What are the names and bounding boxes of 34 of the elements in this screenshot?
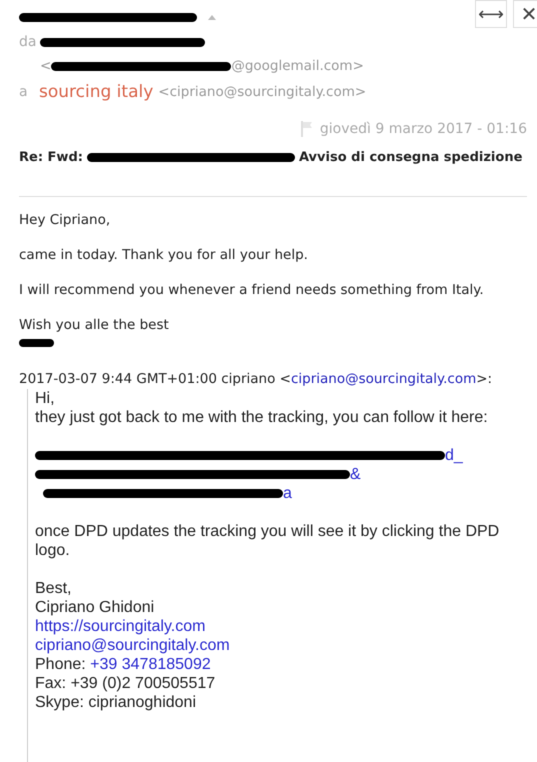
to-label: a [19,84,29,100]
quoted-text: once DPD updates the tracking you will see it by clicking the DPD logo. [35,522,500,560]
email-link[interactable]: cipriano@sourcingitaly.com [290,371,476,387]
phone-link[interactable]: +39 3478185092 [90,656,211,673]
signature-line: Skype: ciprianoghidoni [35,693,197,712]
tracking-link[interactable]: a [283,484,292,503]
expand-button[interactable]: ⟷ [475,0,507,28]
tracking-link[interactable]: & [350,465,361,484]
message-paragraph: I will recommend you whenever a friend needs something from Italy. [19,281,485,299]
subject-text: Re: Fwd: [19,150,83,164]
caret-icon[interactable] [207,14,217,20]
tracking-link[interactable]: d_ [445,446,463,465]
message-paragraph: Wish you alle the best [19,316,170,334]
subject-text: Avviso di consegna spedizione [298,150,522,164]
signature-link[interactable]: cipriano@sourcingitaly.com [35,637,230,654]
quote-header: 2017-03-07 9:44 GMT+01:00 cipriano < [19,371,291,387]
recipient-name[interactable]: sourcing italy [39,82,154,102]
email-date: giovedì 9 marzo 2017 - 01:16 [320,121,527,137]
message-paragraph: Hey Cipriano, [19,211,112,229]
flag-icon[interactable] [300,120,314,138]
from-label: da [19,34,36,50]
signature-line: Cipriano Ghidoni [35,598,156,617]
signature-label: Phone: [35,656,86,673]
quote-header: >: [476,371,492,387]
sender-email: @googlemail.com> [231,58,364,74]
email-bracket: < [40,58,52,74]
recipient-email: <cipriano@sourcingitaly.com> [158,84,366,100]
quoted-text: they just got back to me with the tracking, you can follow it here: [35,408,489,427]
signature-line: Fax: +39 (0)2 700505517 [35,674,216,693]
signature-line: Best, [35,579,72,598]
quoted-text: Hi, [35,389,56,408]
signature-link[interactable]: https://sourcingitaly.com [35,618,206,635]
close-button[interactable]: ✕ [513,0,537,28]
message-paragraph: came in today. Thank you for all your help. [19,246,309,264]
